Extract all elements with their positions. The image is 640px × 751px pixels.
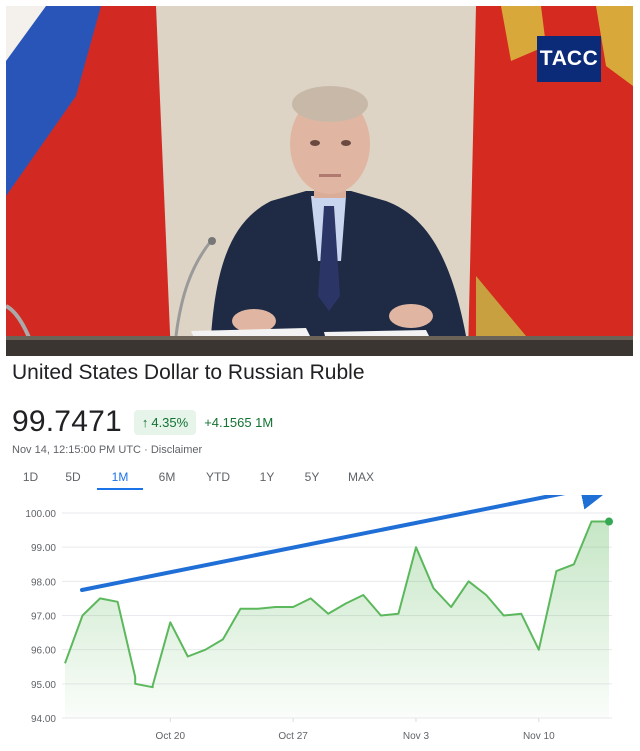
y-tick-label: 96.00 bbox=[31, 646, 56, 657]
timestamp: Nov 14, 12:15:00 PM UTC bbox=[12, 444, 142, 456]
y-tick-label: 94.00 bbox=[31, 714, 56, 725]
range-tab-ytd[interactable]: YTD bbox=[191, 466, 245, 490]
timestamp-row: Nov 14, 12:15:00 PM UTC · Disclaimer bbox=[12, 444, 202, 456]
x-tick-label: Nov 3 bbox=[403, 731, 430, 742]
range-tab-1d[interactable]: 1D bbox=[12, 466, 49, 490]
range-tab-6m[interactable]: 6M bbox=[143, 466, 191, 490]
price-chart: 94.00 95.00 96.00 97.00 98.00 99.00 100.00 Oct … bbox=[25, 495, 620, 742]
range-tabs: 1D 5D 1M 6M YTD 1Y 5Y MAX bbox=[12, 466, 387, 492]
disclaimer-link[interactable]: Disclaimer bbox=[151, 444, 202, 456]
trend-arrow bbox=[80, 495, 620, 592]
y-tick-label: 95.00 bbox=[31, 680, 56, 691]
x-tick-label: Nov 10 bbox=[523, 731, 555, 742]
y-tick-label: 100.00 bbox=[25, 509, 56, 520]
range-tab-max[interactable]: MAX bbox=[335, 466, 387, 490]
range-tab-5d[interactable]: 5D bbox=[49, 466, 97, 490]
range-tab-5y[interactable]: 5Y bbox=[289, 466, 335, 490]
y-tick-label: 99.00 bbox=[31, 543, 56, 554]
arrow-up-icon: ↑ bbox=[141, 414, 149, 430]
news-photo: ТАСС bbox=[6, 6, 633, 356]
range-tab-1y[interactable]: 1Y bbox=[245, 466, 289, 490]
change-percent-badge: ↑ 4.35% bbox=[133, 409, 197, 435]
change-absolute: +4.1565 1M bbox=[204, 414, 274, 430]
y-tick-label: 97.00 bbox=[31, 612, 56, 623]
series-area bbox=[65, 521, 609, 718]
range-tab-1m[interactable]: 1M bbox=[97, 466, 143, 490]
price-row: 99.7471 ↑ 4.35% +4.1565 1M bbox=[12, 402, 273, 442]
separator-dot: · bbox=[144, 444, 148, 456]
last-point-dot bbox=[605, 517, 613, 526]
tass-logo: ТАСС bbox=[537, 36, 601, 82]
x-tick-label: Oct 20 bbox=[156, 731, 186, 742]
y-tick-label: 98.00 bbox=[31, 577, 56, 588]
change-percent-value: 4.35% bbox=[151, 414, 189, 430]
current-price: 99.7471 bbox=[12, 405, 122, 438]
x-tick-label: Oct 27 bbox=[278, 731, 308, 742]
page-title: United States Dollar to Russian Ruble bbox=[12, 361, 365, 384]
